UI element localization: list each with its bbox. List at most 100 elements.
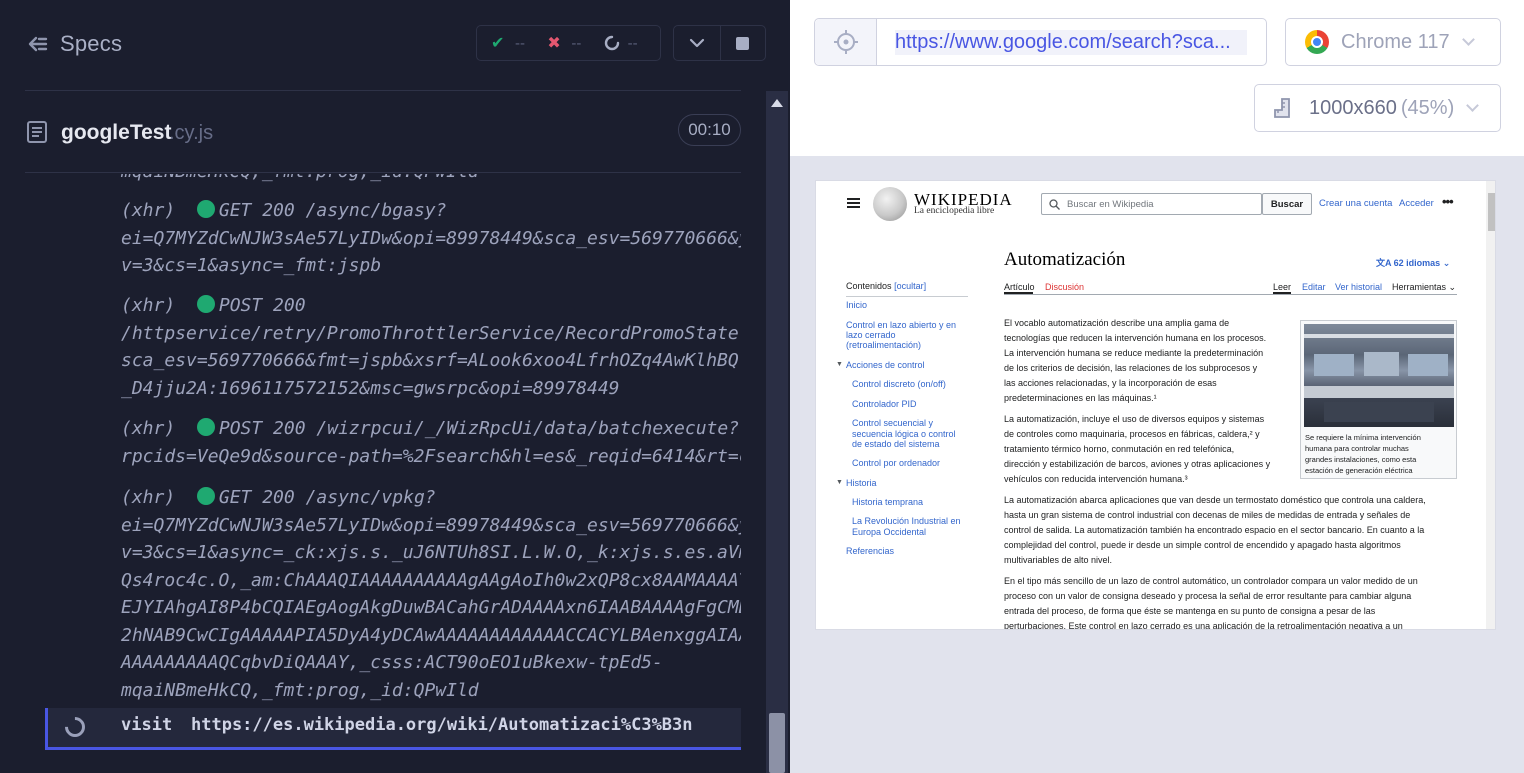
status-dot-icon	[196, 418, 215, 436]
toc-hide-link[interactable]: [ocultar]	[894, 281, 926, 291]
crosshair-icon	[833, 30, 858, 54]
scrollbar-thumb[interactable]	[769, 713, 785, 773]
scroll-up-arrow-icon[interactable]	[771, 99, 783, 107]
app-under-test-frame[interactable]: WIKIPEDIA La enciclopedia libre Buscar e…	[815, 180, 1496, 630]
viewport-size: 1000x660	[1309, 96, 1397, 119]
translate-icon: 文A	[1376, 258, 1394, 268]
url-text[interactable]: https://www.google.com/search?sca...	[895, 30, 1247, 55]
figure-caption-line: Se requiere la mínima intervención	[1305, 433, 1421, 442]
login-link[interactable]: Acceder	[1399, 198, 1434, 209]
article-paragraph-line: control de salida. La automatización tam…	[1004, 525, 1425, 535]
command-log-panel: Specs ✔ -- ✖ -- -- googleTest .cy.js 00:…	[0, 0, 790, 773]
article-figure[interactable]: Se requiere la mínima intervención human…	[1300, 320, 1457, 479]
figure-caption-line: grandes instalaciones, como esta	[1305, 455, 1417, 464]
more-options-icon[interactable]: •••	[1442, 194, 1454, 209]
url-bar[interactable]: https://www.google.com/search?sca...	[814, 18, 1267, 66]
toc-item[interactable]: de estado del sistema	[852, 439, 940, 450]
toc-item[interactable]: Control secuencial y	[852, 418, 933, 429]
tab-tools[interactable]: Herramientas ⌄	[1392, 282, 1456, 293]
active-tab-indicator	[1004, 292, 1033, 294]
stop-button[interactable]	[719, 26, 766, 60]
xhr-tag: (xhr)	[121, 295, 176, 316]
collapse-button[interactable]	[674, 26, 720, 60]
request-summary: GET 200 /async/vpkg?	[218, 487, 436, 508]
toc-caret-icon[interactable]: ▼	[836, 361, 843, 368]
article-paragraph-line: hasta un gran sistema de control industr…	[1004, 510, 1411, 520]
article-paragraph-line: vehículos con reducida intervención huma…	[1004, 474, 1188, 484]
article-paragraph-line: predeterminaciones en las máquinas.¹	[1004, 393, 1157, 403]
loading-spinner-icon	[60, 712, 90, 742]
toc-caret-icon[interactable]: ▼	[836, 479, 843, 486]
status-dot-icon	[196, 200, 215, 218]
xhr-tag: (xhr)	[121, 200, 176, 221]
log-entry[interactable]: (xhr) POST 200 /wizrpcui/_/WizRpcUi/data…	[121, 415, 739, 443]
toc-item[interactable]: Controlador PID	[852, 399, 917, 410]
article-paragraph-line: multivariables de alto nivel.	[1004, 555, 1113, 565]
log-entry-detail: /httpservice/retry/PromoThrottlerService…	[121, 323, 741, 344]
article-paragraph-line: las acciones relacionadas, y la incorpor…	[1004, 378, 1217, 388]
article-paragraph-line: La intervención humana se reduce mediant…	[1004, 348, 1264, 358]
toc-item[interactable]: Historia temprana	[852, 497, 923, 508]
tab-talk[interactable]: Discusión	[1045, 282, 1084, 292]
toc-item[interactable]: Control en lazo abierto y en	[846, 320, 956, 331]
tab-article[interactable]: Artículo	[1004, 282, 1035, 292]
search-placeholder: Buscar en Wikipedia	[1067, 199, 1154, 210]
browser-selector[interactable]: Chrome 117	[1285, 18, 1501, 66]
tab-history[interactable]: Ver historial	[1335, 282, 1382, 292]
wikipedia-tagline: La enciclopedia libre	[914, 206, 995, 216]
aut-panel: https://www.google.com/search?sca... Chr…	[790, 0, 1524, 773]
test-stats: ✔ -- ✖ -- --	[476, 25, 661, 61]
toc-item[interactable]: Inicio	[846, 300, 867, 311]
toc-item[interactable]: secuencia lógica o control	[852, 429, 956, 440]
toc-item[interactable]: Historia	[846, 478, 877, 489]
aut-scrollbar[interactable]	[1486, 181, 1495, 629]
language-selector[interactable]: 文A 62 idiomas ⌄	[1376, 256, 1450, 269]
wikipedia-globe-logo[interactable]	[873, 187, 907, 221]
article-paragraph-line: proceso con un valor de consigna deseado…	[1004, 591, 1412, 601]
log-entry-detail: v=3&cs=1&async=_fmt:jspb	[121, 255, 382, 276]
hamburger-menu-icon[interactable]	[847, 198, 860, 210]
viewport-selector[interactable]: 1000x660 (45%)	[1254, 84, 1501, 132]
duration-timer: 00:10	[678, 114, 741, 146]
log-entry[interactable]: (xhr) POST 200	[121, 292, 306, 320]
article-paragraph-line: La automatización abarca aplicaciones qu…	[1004, 495, 1426, 505]
toc-item[interactable]: Europa Occidental	[852, 527, 926, 538]
create-account-link[interactable]: Crear una cuenta	[1319, 198, 1392, 209]
active-command-row[interactable]: visit https://es.wikipedia.org/wiki/Auto…	[45, 708, 741, 750]
tab-read[interactable]: Leer	[1273, 282, 1291, 292]
command-name: visit	[121, 715, 173, 735]
arrow-left-icon	[28, 36, 48, 52]
chevron-down-icon	[689, 38, 704, 48]
toc-item[interactable]: Control discreto (on/off)	[852, 379, 946, 390]
cypress-runner: Specs ✔ -- ✖ -- -- googleTest .cy.js 00:…	[0, 0, 1524, 773]
spec-header: googleTest .cy.js 00:10	[25, 91, 741, 173]
log-entry[interactable]: (xhr) GET 200 /async/vpkg?	[121, 484, 436, 512]
log-entry[interactable]: (xhr) GET 200 /async/bgasy?	[121, 197, 446, 225]
failed-count: --	[571, 34, 582, 52]
selector-playground-button[interactable]	[815, 19, 877, 65]
toc-item[interactable]: La Revolución Industrial en	[852, 516, 961, 527]
toc-item[interactable]: lazo cerrado	[846, 330, 896, 341]
log-entry-detail: v=3&cs=1&async=_ck:xjs.s._uJ6NTUh8SI.L.W…	[121, 542, 741, 563]
log-tail-line: mqaiNBmeHkCQ,_fmt:prog,_id:QPwIld	[121, 174, 479, 186]
tab-edit[interactable]: Editar	[1302, 282, 1326, 292]
toc-item[interactable]: Acciones de control	[846, 360, 925, 371]
xhr-tag: (xhr)	[121, 487, 176, 508]
log-entry-detail: rpcids=VeQe9d&source-path=%2Fsearch&hl=e…	[121, 446, 741, 467]
log-entry-detail: ei=Q7MYZdCwNJW3sAe57LyIDw&opi=89978449&s…	[121, 228, 741, 249]
log-scrollbar[interactable]	[766, 91, 788, 773]
toc-item[interactable]: Control por ordenador	[852, 458, 940, 469]
article-paragraph-line: dirección y estabilización de barcos, av…	[1004, 459, 1271, 469]
file-icon	[27, 121, 47, 143]
wiki-search-button[interactable]: Buscar	[1262, 193, 1312, 215]
log-entry-detail: _D4jju2A:1696117572152&msc=gwsrpc&opi=89…	[121, 378, 620, 399]
tab-underline	[1004, 294, 1457, 295]
control-room-photo[interactable]	[1304, 324, 1454, 427]
toc-item[interactable]: Referencias	[846, 546, 894, 557]
toc-item[interactable]: (retroalimentación)	[846, 340, 921, 351]
aut-scrollbar-thumb[interactable]	[1488, 193, 1495, 231]
figure-caption-line: estación de generación eléctrica	[1305, 466, 1413, 475]
back-to-specs-button[interactable]: Specs	[26, 31, 122, 57]
wiki-search-input[interactable]: Buscar en Wikipedia	[1041, 193, 1262, 215]
article-paragraph-line: entrada del proceso, de forma que éste s…	[1004, 606, 1376, 616]
